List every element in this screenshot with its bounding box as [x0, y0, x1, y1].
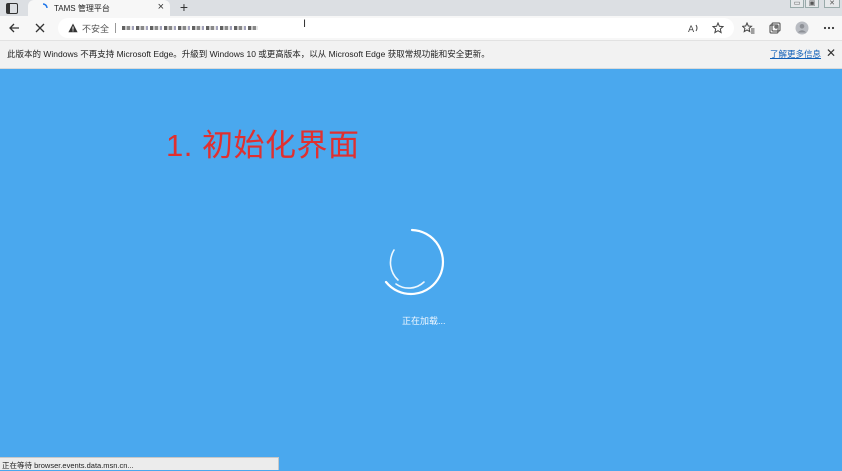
status-text: 正在等待 browser.events.data.msn.cn... [2, 461, 134, 470]
profile-icon[interactable] [794, 20, 810, 36]
plus-icon[interactable]: + [176, 0, 192, 16]
text-cursor-icon: I [303, 18, 307, 30]
tab-tams[interactable]: TAMS 管理平台 × [28, 0, 170, 16]
url-blurred [122, 26, 258, 30]
maximize-icon[interactable]: ▣ [805, 0, 819, 8]
favorites-icon[interactable] [740, 20, 756, 36]
close-icon[interactable]: ✕ [826, 47, 836, 59]
learn-more-link[interactable]: 了解更多信息 [770, 48, 821, 60]
address-separator [115, 23, 116, 33]
back-arrow-icon[interactable] [6, 20, 22, 36]
info-bar: 此版本的 Windows 不再支持 Microsoft Edge。升級到 Win… [0, 41, 842, 69]
loading-text: 正在加载... [402, 316, 446, 326]
toolbar: 不安全 A [0, 16, 842, 41]
tab-title: TAMS 管理平台 [54, 3, 110, 13]
loading-spinner-icon [42, 3, 48, 9]
security-label[interactable]: 不安全 [82, 22, 109, 35]
tab-strip: TAMS 管理平台 × + ▭ ▣ ✕ [0, 0, 842, 16]
page-title: 1. 初始化界面 [166, 128, 360, 163]
stop-icon[interactable] [32, 20, 48, 36]
info-message: 此版本的 Windows 不再支持 Microsoft Edge。升級到 Win… [7, 49, 490, 59]
collections-icon[interactable] [767, 20, 783, 36]
minimize-icon[interactable]: ▭ [790, 0, 804, 8]
more-icon[interactable] [821, 20, 837, 36]
status-bar: 正在等待 browser.events.data.msn.cn... [0, 457, 279, 470]
read-aloud-icon[interactable]: A [686, 20, 702, 36]
warning-icon [68, 23, 78, 33]
window-close-icon[interactable]: ✕ [824, 0, 840, 8]
svg-text:A: A [688, 25, 695, 34]
close-icon[interactable]: × [158, 2, 164, 13]
tab-actions-icon[interactable] [4, 1, 20, 15]
add-favorite-icon[interactable] [710, 20, 726, 36]
loading-spinner-icon [384, 228, 445, 296]
address-bar[interactable]: 不安全 A [58, 18, 734, 38]
